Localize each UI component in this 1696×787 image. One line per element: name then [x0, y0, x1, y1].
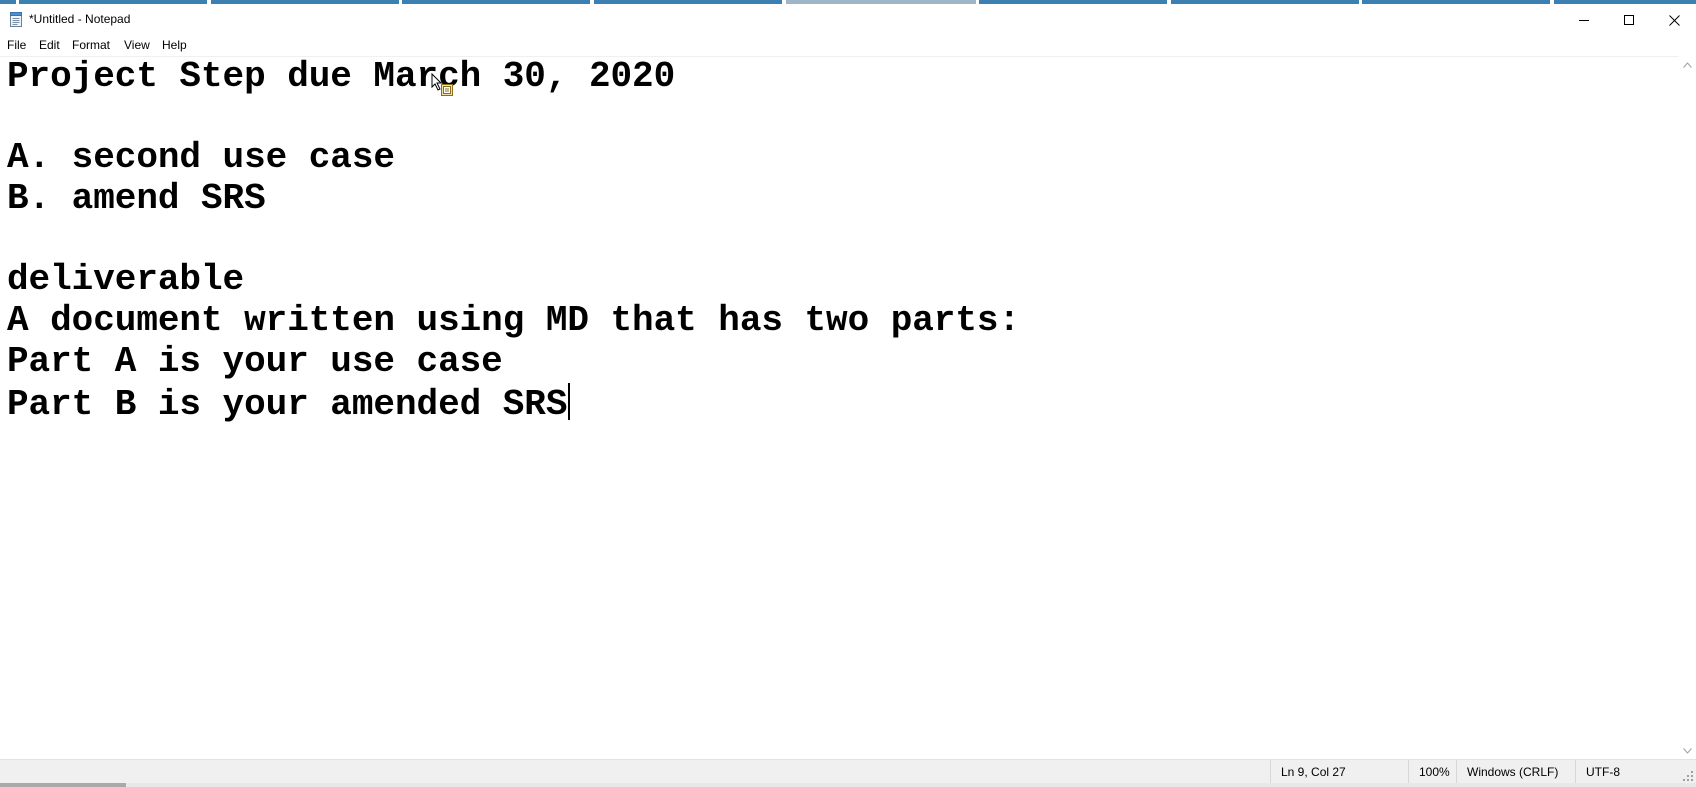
notepad-window: *Untitled - Notepad File Edit Format Vie…	[0, 0, 1696, 787]
menu-help[interactable]: Help	[161, 38, 188, 52]
horizontal-scroll-thumb[interactable]	[0, 783, 126, 787]
title-bar[interactable]: *Untitled - Notepad	[0, 4, 1696, 36]
horizontal-scroll-strip	[0, 783, 1696, 787]
status-encoding: UTF-8	[1575, 760, 1686, 784]
vertical-scrollbar[interactable]	[1679, 56, 1696, 759]
scroll-down-button[interactable]	[1679, 742, 1696, 759]
scroll-up-button[interactable]	[1679, 56, 1696, 73]
menu-bar: File Edit Format View Help	[0, 36, 1696, 56]
window-title: *Untitled - Notepad	[29, 12, 131, 26]
chevron-down-icon	[1683, 747, 1692, 754]
text-line: A. second use case	[7, 137, 395, 179]
maximize-icon	[1624, 15, 1634, 25]
text-line: A document written using MD that has two…	[7, 300, 1021, 342]
menu-file[interactable]: File	[6, 38, 27, 52]
menu-view[interactable]: View	[123, 38, 151, 52]
minimize-button[interactable]	[1561, 4, 1607, 36]
text-line: deliverable	[7, 259, 245, 301]
document-text[interactable]: Project Step due March 30, 2020 A. secon…	[7, 56, 1021, 425]
text-line	[7, 220, 1020, 261]
menu-edit[interactable]: Edit	[38, 38, 61, 52]
text-line	[7, 98, 1020, 139]
menu-format[interactable]: Format	[71, 38, 111, 52]
text-line: Part B is your amended SRS	[7, 383, 568, 425]
close-button[interactable]	[1651, 4, 1696, 36]
text-line: Part A is your use case	[7, 340, 503, 382]
status-line-ending: Windows (CRLF)	[1456, 760, 1577, 784]
text-line-last: Part B is your amended SRS	[7, 382, 1020, 425]
maximize-button[interactable]	[1606, 4, 1652, 36]
text-line: Project Step due March 30, 2020	[7, 56, 676, 97]
minimize-icon	[1579, 20, 1589, 21]
mouse-cursor-icon	[431, 73, 453, 96]
chevron-up-icon	[1683, 61, 1692, 68]
status-cursor-position: Ln 9, Col 27	[1270, 760, 1409, 784]
status-bar: Ln 9, Col 27 100% Windows (CRLF) UTF-8	[0, 759, 1696, 784]
close-icon	[1668, 14, 1680, 26]
text-line: B. amend SRS	[7, 178, 266, 220]
text-editor[interactable]: Project Step due March 30, 2020 A. secon…	[0, 56, 1679, 760]
resize-grip-icon[interactable]	[1682, 770, 1694, 782]
notepad-icon	[10, 12, 22, 27]
text-caret	[568, 382, 571, 420]
status-zoom: 100%	[1408, 760, 1455, 784]
